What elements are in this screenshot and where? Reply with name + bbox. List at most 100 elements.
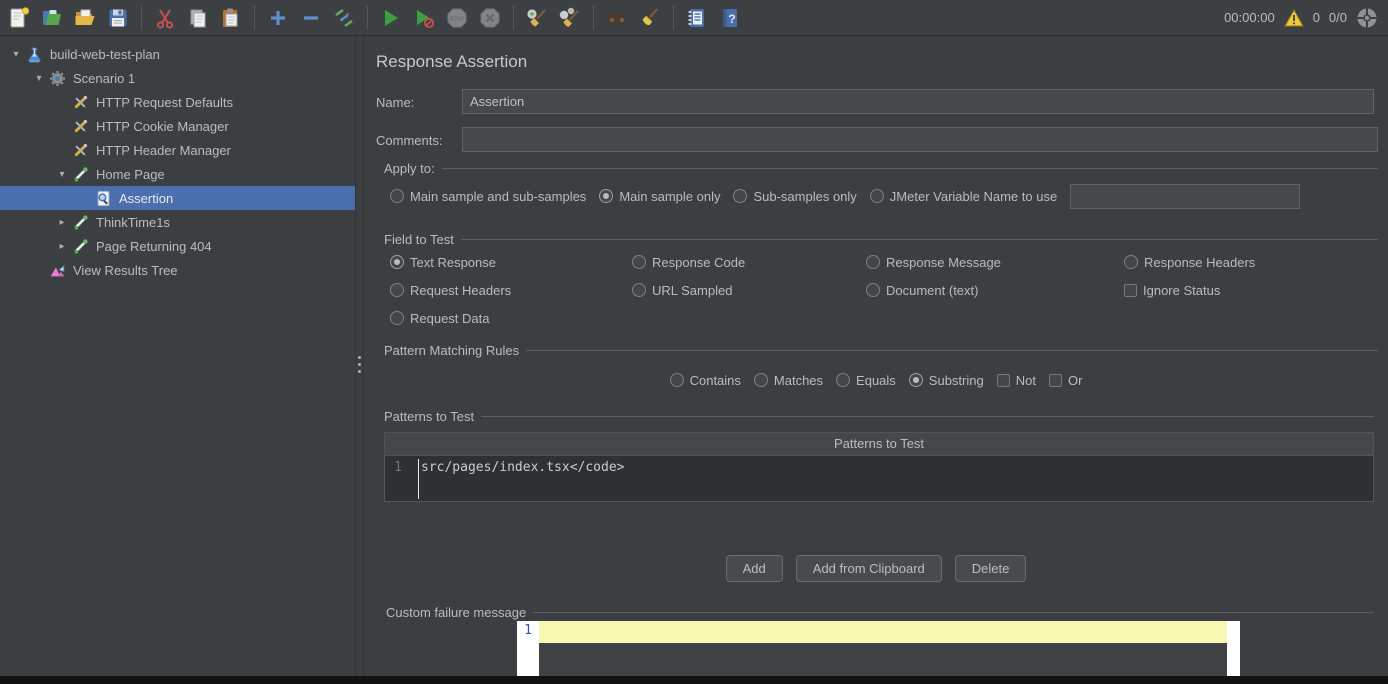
radio-option-document-text[interactable]: Document (text) <box>866 283 1124 298</box>
search-reset-button[interactable] <box>636 4 664 32</box>
toolbar-separator <box>593 6 594 30</box>
expander-down-icon[interactable] <box>29 73 49 84</box>
radio-option-main-sample-and-sub-samples[interactable]: Main sample and sub-samples <box>390 189 586 204</box>
tree-item-test-plan[interactable]: build-web-test-plan <box>0 42 355 66</box>
toolbar-separator <box>141 6 142 30</box>
radio-icon <box>390 311 404 325</box>
radio-option-request-headers[interactable]: Request Headers <box>390 283 632 298</box>
stop-button[interactable]: STOP <box>443 4 471 32</box>
radio-option-substring[interactable]: Substring <box>909 373 984 388</box>
tree-item-page-returning-404[interactable]: Page Returning 404 <box>0 234 355 258</box>
tree-item-label: Page Returning 404 <box>96 239 212 254</box>
tree-item-assertion[interactable]: Assertion <box>0 186 355 210</box>
tree-item-thinktime1s[interactable]: ThinkTime1s <box>0 210 355 234</box>
save-icon <box>106 6 130 30</box>
clear-all-button[interactable] <box>556 4 584 32</box>
comments-field[interactable] <box>462 127 1378 152</box>
radio-option-matches[interactable]: Matches <box>754 373 823 388</box>
shutdown-button[interactable] <box>476 4 504 32</box>
checkbox-icon <box>1049 374 1062 387</box>
thread-status-icon <box>1356 7 1378 29</box>
response-assertion-panel: Response Assertion Name: Assertion Comme… <box>364 36 1388 676</box>
add-element-button[interactable] <box>264 4 292 32</box>
start-button[interactable] <box>377 4 405 32</box>
panel-splitter[interactable] <box>355 36 364 676</box>
open-button[interactable] <box>71 4 99 32</box>
radio-icon <box>870 189 884 203</box>
tree-item-scenario-1[interactable]: Scenario 1 <box>0 66 355 90</box>
tree-item-http-cookie-manager[interactable]: HTTP Cookie Manager <box>0 114 355 138</box>
help-button[interactable]: ? <box>716 4 744 32</box>
radio-label: Response Headers <box>1144 255 1255 270</box>
name-field[interactable]: Assertion <box>462 89 1374 114</box>
radio-option-text-response[interactable]: Text Response <box>390 255 632 270</box>
radio-icon <box>390 189 404 203</box>
expander-down-icon[interactable] <box>6 49 26 60</box>
tree-item-http-request-defaults[interactable]: HTTP Request Defaults <box>0 90 355 114</box>
save-button[interactable] <box>104 4 132 32</box>
stop-icon: STOP <box>445 6 469 30</box>
patterns-editor[interactable]: 1 src/pages/index.tsx</code> <box>384 456 1374 502</box>
checkbox-not[interactable]: Not <box>997 373 1036 388</box>
checkbox-icon <box>997 374 1010 387</box>
comments-label: Comments: <box>376 133 442 148</box>
plus-icon <box>266 6 290 30</box>
delete-button[interactable]: Delete <box>955 555 1027 582</box>
radio-label: Matches <box>774 373 823 388</box>
radio-option-equals[interactable]: Equals <box>836 373 896 388</box>
custom-failure-legend: Custom failure message <box>386 605 526 620</box>
tree-item-home-page[interactable]: Home Page <box>0 162 355 186</box>
test-plan-tree: build-web-test-plan Scenario 1 HTTP Requ… <box>0 36 355 676</box>
radio-label: Response Message <box>886 255 1001 270</box>
tree-item-view-results-tree[interactable]: View Results Tree <box>0 258 355 282</box>
function-helper-button[interactable] <box>683 4 711 32</box>
radio-icon <box>836 373 850 387</box>
radio-option-response-headers[interactable]: Response Headers <box>1124 255 1255 270</box>
minus-icon <box>299 6 323 30</box>
tree-item-label: build-web-test-plan <box>50 47 160 62</box>
custom-failure-editor[interactable]: 1 <box>517 621 1240 676</box>
tree-item-label: Home Page <box>96 167 165 182</box>
radio-selected-icon <box>390 255 404 269</box>
expander-right-icon[interactable] <box>52 241 72 252</box>
cut-button[interactable] <box>151 4 179 32</box>
remove-element-button[interactable] <box>297 4 325 32</box>
radio-label: Sub-samples only <box>753 189 856 204</box>
warning-indicator[interactable] <box>1284 8 1304 28</box>
radio-option-main-sample-only[interactable]: Main sample only <box>599 189 720 204</box>
radio-label: Request Headers <box>410 283 511 298</box>
radio-option-response-code[interactable]: Response Code <box>632 255 866 270</box>
splitter-grip-icon[interactable] <box>358 356 361 373</box>
radio-label: Contains <box>690 373 741 388</box>
checkbox-or[interactable]: Or <box>1049 373 1082 388</box>
radio-option-contains[interactable]: Contains <box>670 373 741 388</box>
expander-down-icon[interactable] <box>52 169 72 180</box>
add-from-clipboard-button[interactable]: Add from Clipboard <box>796 555 942 582</box>
radio-icon <box>632 283 646 297</box>
pattern-row[interactable]: 1 src/pages/index.tsx</code> <box>385 456 1373 478</box>
radio-option-request-data[interactable]: Request Data <box>390 311 632 326</box>
copy-button[interactable] <box>184 4 212 32</box>
search-button[interactable] <box>603 4 631 32</box>
add-button[interactable]: Add <box>726 555 783 582</box>
radio-label: Text Response <box>410 255 496 270</box>
radio-option-sub-samples-only[interactable]: Sub-samples only <box>733 189 856 204</box>
scrollbar[interactable] <box>1227 621 1240 676</box>
expander-right-icon[interactable] <box>52 217 72 228</box>
radio-option-jmeter-variable-name[interactable]: JMeter Variable Name to use <box>870 189 1057 204</box>
current-line-highlight[interactable] <box>539 621 1227 643</box>
clear-button[interactable] <box>523 4 551 32</box>
elapsed-timer: 00:00:00 <box>1224 10 1275 25</box>
paste-button[interactable] <box>217 4 245 32</box>
templates-button[interactable] <box>38 4 66 32</box>
radio-option-url-sampled[interactable]: URL Sampled <box>632 283 866 298</box>
toggle-button[interactable] <box>330 4 358 32</box>
tree-item-http-header-manager[interactable]: HTTP Header Manager <box>0 138 355 162</box>
radio-label: Main sample and sub-samples <box>410 189 586 204</box>
start-no-pauses-button[interactable] <box>410 4 438 32</box>
radio-option-response-message[interactable]: Response Message <box>866 255 1124 270</box>
tree-item-label: Scenario 1 <box>73 71 135 86</box>
checkbox-ignore-status[interactable]: Ignore Status <box>1124 283 1255 298</box>
jmeter-variable-name-field[interactable] <box>1070 184 1300 209</box>
new-file-button[interactable] <box>5 4 33 32</box>
